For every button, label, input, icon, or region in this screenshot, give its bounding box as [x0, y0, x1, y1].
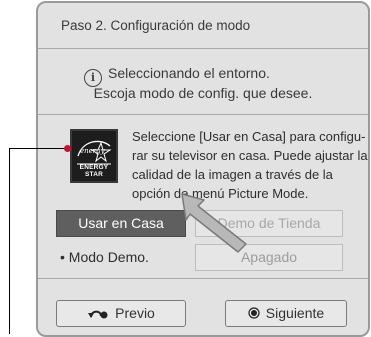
usar-en-casa-button[interactable]: Usar en Casa [56, 210, 186, 237]
description-line: Seleccione [Usar en Casa] para configu- [132, 129, 366, 144]
callout-line [9, 148, 67, 149]
siguiente-button[interactable]: Siguiente [225, 300, 347, 327]
description-line: calidad de la imagen a través de la [132, 167, 333, 182]
back-arrow-icon [87, 302, 109, 327]
info-line-2: Escoja modo de config. que desee. [93, 85, 313, 101]
divider [38, 278, 368, 279]
modo-demo-label: • Modo Demo. [60, 249, 149, 265]
callout-line [9, 148, 10, 334]
energy-star-label: ENERGY STAR [79, 164, 109, 178]
energy-star-icon: energy [77, 140, 112, 165]
setup-dialog: Paso 2. Configuración de modo i Seleccion… [36, 1, 370, 337]
energy-star-logo: energy ENERGY STAR [70, 129, 118, 183]
pointer-cursor-icon [176, 190, 256, 259]
info-line-1: Seleccionando el entorno. [108, 65, 270, 81]
info-message: i Seleccionando el entorno. [84, 65, 270, 87]
callout-dot [64, 145, 71, 152]
previo-label: Previo [115, 305, 155, 321]
radio-dot-icon [248, 302, 260, 327]
previo-button[interactable]: Previo [56, 300, 186, 327]
dialog-title: Paso 2. Configuración de modo [61, 18, 251, 33]
divider [38, 114, 368, 115]
description-line: rar su televisor en casa. Puede ajustar … [132, 148, 368, 163]
divider [38, 48, 368, 49]
svg-text:energy: energy [80, 147, 106, 155]
siguiente-label: Siguiente [265, 305, 325, 321]
